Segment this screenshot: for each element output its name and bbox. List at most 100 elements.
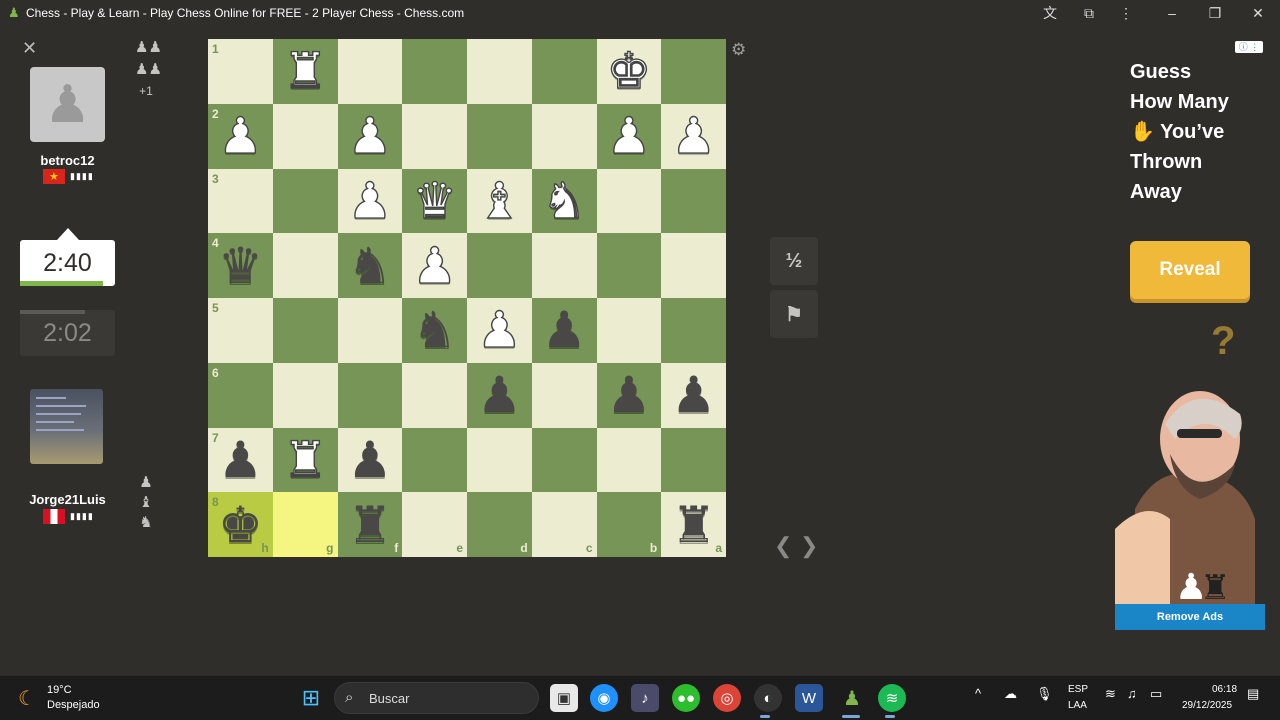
media-app-icon[interactable]: ♪ [631,684,659,712]
square-a2[interactable]: ♟ [661,103,726,169]
top-player-name[interactable]: betroc12 [0,153,135,168]
black-pawn-icon[interactable]: ♟ [347,435,392,485]
square-c4[interactable] [531,233,597,298]
bottom-player-avatar[interactable] [30,389,103,464]
square-c3[interactable]: ♞ [531,168,597,234]
clock-date[interactable]: 29/12/2025 [1182,700,1232,711]
square-f7[interactable]: ♟ [337,427,403,493]
square-g7[interactable]: ♜ [272,427,338,493]
square-f6[interactable] [337,362,403,428]
square-f5[interactable] [337,298,403,363]
edge-browser-icon[interactable]: ◉ [590,684,618,712]
bottom-player-name[interactable]: Jorge21Luis [0,492,135,507]
black-queen-icon[interactable]: ♛ [218,241,263,291]
square-b2[interactable]: ♟ [596,103,662,169]
square-a3[interactable] [661,168,726,234]
black-rook-icon[interactable]: ♜ [347,500,392,550]
square-a8[interactable]: a ♜ [661,492,726,557]
black-knight-icon[interactable]: ♞ [347,241,392,291]
white-pawn-icon[interactable]: ♟ [476,305,522,356]
square-d1[interactable] [467,39,532,104]
square-d3[interactable]: ♝ [467,168,532,234]
white-pawn-icon[interactable]: ♟ [671,110,717,161]
square-e6[interactable] [402,362,467,428]
white-pawn-icon[interactable]: ♟ [347,110,393,161]
square-a5[interactable] [661,298,726,363]
top-player-avatar[interactable]: ♟ [30,67,105,142]
square-b1[interactable]: ♚ [596,39,662,104]
black-pawn-icon[interactable]: ♟ [218,435,263,485]
square-e8[interactable]: e [402,492,467,557]
translate-icon[interactable]: 文 [1041,4,1059,22]
spotify-icon[interactable]: ≋ [878,684,906,712]
square-h6[interactable]: 6 [208,362,273,428]
white-knight-icon[interactable]: ♞ [541,175,587,226]
square-a4[interactable] [661,233,726,298]
black-pawn-icon[interactable]: ♟ [542,305,587,355]
weather-description[interactable]: Despejado [47,699,100,711]
microphone-icon[interactable]: 🎙 [1036,686,1053,702]
black-pawn-icon[interactable]: ♟ [606,370,651,420]
square-f1[interactable] [337,39,403,104]
weather-temperature[interactable]: 19°C [47,684,72,696]
white-bishop-icon[interactable]: ♝ [476,175,522,226]
black-king-icon[interactable]: ♚ [218,500,263,550]
square-h2[interactable]: 2 ♟ [208,103,273,169]
square-e4[interactable]: ♟ [402,233,467,298]
language-code[interactable]: ESP [1068,684,1088,695]
word-icon[interactable]: W [795,684,823,712]
square-h5[interactable]: 5 [208,298,273,363]
square-g5[interactable] [272,298,338,363]
black-rook-icon[interactable]: ♜ [671,500,716,550]
white-pawn-icon[interactable]: ♟ [217,110,263,161]
battery-icon[interactable]: ▭ [1150,686,1162,702]
close-icon[interactable]: ✕ [22,38,37,59]
square-b8[interactable]: b [596,492,662,557]
square-d2[interactable] [467,103,532,169]
square-g4[interactable] [272,233,338,298]
chrome-icon[interactable]: ◎ [713,684,741,712]
white-pawn-icon[interactable]: ♟ [606,110,652,161]
square-g1[interactable]: ♜ [272,39,338,104]
square-d5[interactable]: ♟ [467,298,532,363]
square-c2[interactable] [531,103,597,169]
square-c1[interactable] [531,39,597,104]
windows-start-icon[interactable]: ⊞ [297,684,325,712]
square-g8[interactable]: g [272,492,338,557]
black-knight-icon[interactable]: ♞ [412,305,457,355]
white-rook-icon[interactable]: ♜ [282,46,328,97]
resign-button[interactable]: ⚑ [770,290,818,338]
square-b7[interactable] [596,427,662,493]
ad-info-icon[interactable]: ⓘ ⋮ [1235,41,1263,53]
square-e1[interactable] [402,39,467,104]
chessboard[interactable]: 1 ♜ ♚ 2 ♟ ♟ ♟ ♟ 3 ♟ ♛ ♝ ♞ 4 ♛ ♞ ♟ 5 ♞ ♟ ♟ 6 ♟ ♟ ♟ 7 ♟ ♜ ♟ 8 h ♚ g f ♜ e d c b a… [208,39,726,557]
wifi-icon[interactable]: ≋ [1105,686,1116,702]
square-a1[interactable] [661,39,726,104]
volume-icon[interactable]: ♫ [1127,686,1137,701]
square-h3[interactable]: 3 [208,168,273,234]
reveal-button[interactable]: Reveal [1130,241,1250,299]
square-c5[interactable]: ♟ [531,298,597,363]
square-f8[interactable]: f ♜ [337,492,403,557]
square-h8[interactable]: 8 h ♚ [208,492,273,557]
white-king-icon[interactable]: ♚ [606,46,652,97]
white-queen-icon[interactable]: ♛ [412,175,458,226]
maximize-icon[interactable]: ❐ [1206,4,1224,22]
duolingo-icon[interactable]: ●● [672,684,700,712]
black-pawn-icon[interactable]: ♟ [671,370,716,420]
square-b4[interactable] [596,233,662,298]
square-b6[interactable]: ♟ [596,362,662,428]
square-g2[interactable] [272,103,338,169]
square-a6[interactable]: ♟ [661,362,726,428]
chevron-left-icon[interactable]: ❮ [774,533,792,559]
square-d7[interactable] [467,427,532,493]
clock-time[interactable]: 06:18 [1212,684,1237,695]
notifications-icon[interactable]: ▤ [1247,686,1259,702]
square-e3[interactable]: ♛ [402,168,467,234]
square-h4[interactable]: 4 ♛ [208,233,273,298]
extensions-icon[interactable]: ⧉ [1080,4,1098,22]
advertisement[interactable]: ⓘ ⋮ Guess How Many ✋ You’ve Thrown Away … [1115,39,1265,630]
keyboard-layout[interactable]: LAA [1068,700,1087,711]
taskbar-search[interactable]: ⌕ Buscar [334,682,539,714]
remove-ads-link[interactable]: Remove Ads [1115,604,1265,630]
